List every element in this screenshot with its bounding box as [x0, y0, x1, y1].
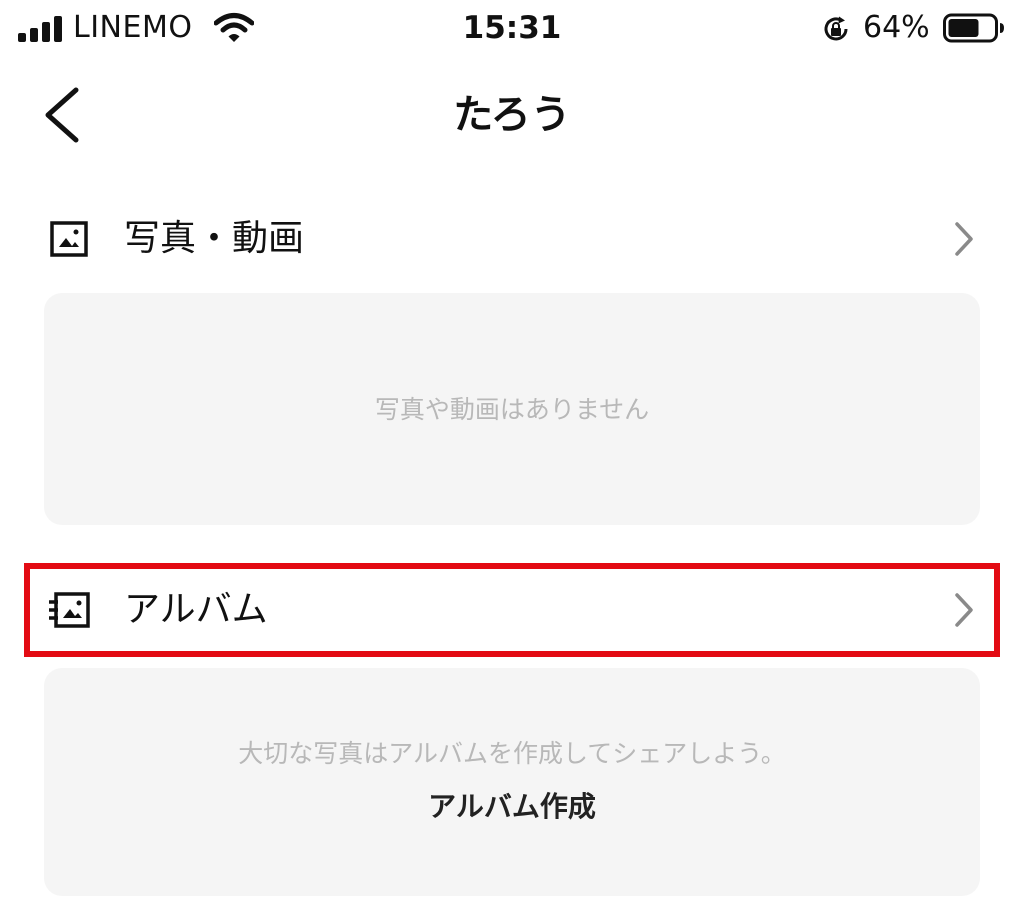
- album-empty-message: 大切な写真はアルバムを作成してシェアしよう。: [238, 739, 786, 768]
- chevron-right-icon: [955, 222, 973, 256]
- album-label: アルバム: [124, 589, 268, 630]
- photos-empty-message: 写真や動画はありません: [374, 395, 650, 424]
- photos-empty-card: 写真や動画はありません: [44, 293, 980, 525]
- album-icon: [49, 592, 90, 628]
- photos-videos-label: 写真・動画: [124, 218, 305, 259]
- app-screen: LINEMO 15:31 64% たろう 写真・動画 写真や動画はありません ア…: [0, 0, 1024, 911]
- photo-icon: [50, 221, 88, 257]
- battery-percentage: 64%: [863, 10, 930, 45]
- album-row[interactable]: アルバム: [24, 566, 1000, 654]
- photos-videos-row[interactable]: 写真・動画: [24, 195, 1000, 283]
- album-empty-card: 大切な写真はアルバムを作成してシェアしよう。 アルバム作成: [44, 668, 980, 896]
- battery-icon: [943, 13, 1004, 43]
- rotation-lock-icon: [824, 16, 848, 41]
- create-album-button[interactable]: アルバム作成: [44, 789, 980, 825]
- chevron-right-icon: [955, 593, 973, 627]
- status-bar: LINEMO 15:31 64%: [0, 0, 1024, 60]
- page-title: たろう: [453, 92, 571, 138]
